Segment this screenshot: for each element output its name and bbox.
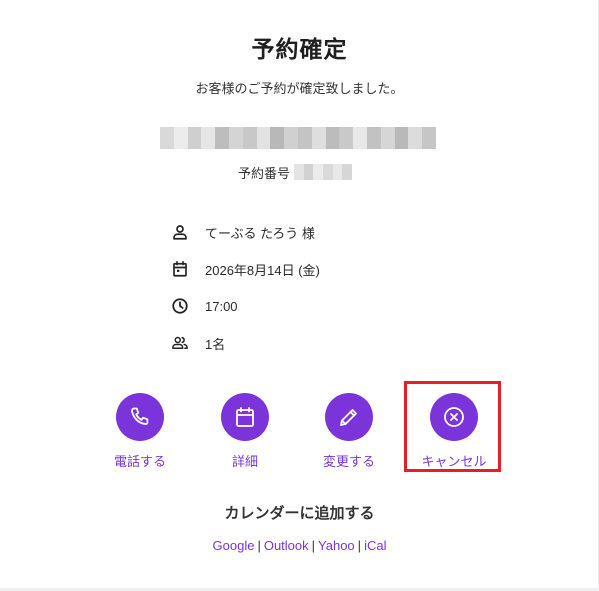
link-separator: | <box>357 538 362 553</box>
person-icon <box>170 222 190 242</box>
phone-icon <box>131 407 149 425</box>
details-button-label[interactable]: 詳細 <box>232 451 258 470</box>
calendar-icon <box>170 259 190 279</box>
party-size-row: 1名 <box>170 332 225 354</box>
booking-number-label: 予約番号 <box>238 165 291 181</box>
reservation-time: 17:00 <box>205 298 238 314</box>
modify-button-label[interactable]: 変更する <box>323 451 375 470</box>
call-button-label[interactable]: 電話する <box>114 451 166 470</box>
reservation-date: 2026年8月14日 (金) <box>205 262 320 278</box>
party-size: 1名 <box>205 336 226 352</box>
call-button[interactable]: 電話する <box>90 393 190 470</box>
date-row: 2026年8月14日 (金) <box>170 258 320 280</box>
yahoo-calendar-link[interactable]: Yahoo <box>318 538 355 553</box>
guest-name-row: てーぶる たろう 様 <box>170 221 315 243</box>
booking-number: 予約番号 <box>238 163 353 181</box>
confirmation-message: お客様のご予約が確定致しました。 <box>195 81 404 96</box>
details-button-circle[interactable] <box>221 393 269 441</box>
details-button[interactable]: 詳細 <box>195 393 295 470</box>
time-row: 17:00 <box>170 295 238 317</box>
highlight-box <box>404 381 501 472</box>
ical-link[interactable]: iCal <box>364 538 386 553</box>
redacted-booking-number <box>294 164 353 180</box>
outlook-calendar-link[interactable]: Outlook <box>264 538 309 553</box>
modify-button-circle[interactable] <box>325 393 373 441</box>
calendar-icon <box>236 407 254 427</box>
clock-icon <box>170 296 190 316</box>
call-button-circle[interactable] <box>116 393 164 441</box>
calendar-links: Google | Outlook | Yahoo | iCal <box>0 538 599 553</box>
redacted-restaurant-name <box>160 127 436 149</box>
pencil-icon <box>340 409 357 426</box>
add-to-calendar-heading: カレンダーに追加する <box>224 505 375 522</box>
google-calendar-link[interactable]: Google <box>213 538 255 553</box>
link-separator: | <box>257 538 261 553</box>
modify-button[interactable]: 変更する <box>299 393 399 470</box>
page-title: 予約確定 <box>251 36 348 62</box>
link-separator: | <box>311 538 316 553</box>
people-icon <box>170 333 190 353</box>
guest-name: てーぶる たろう 様 <box>205 225 315 241</box>
